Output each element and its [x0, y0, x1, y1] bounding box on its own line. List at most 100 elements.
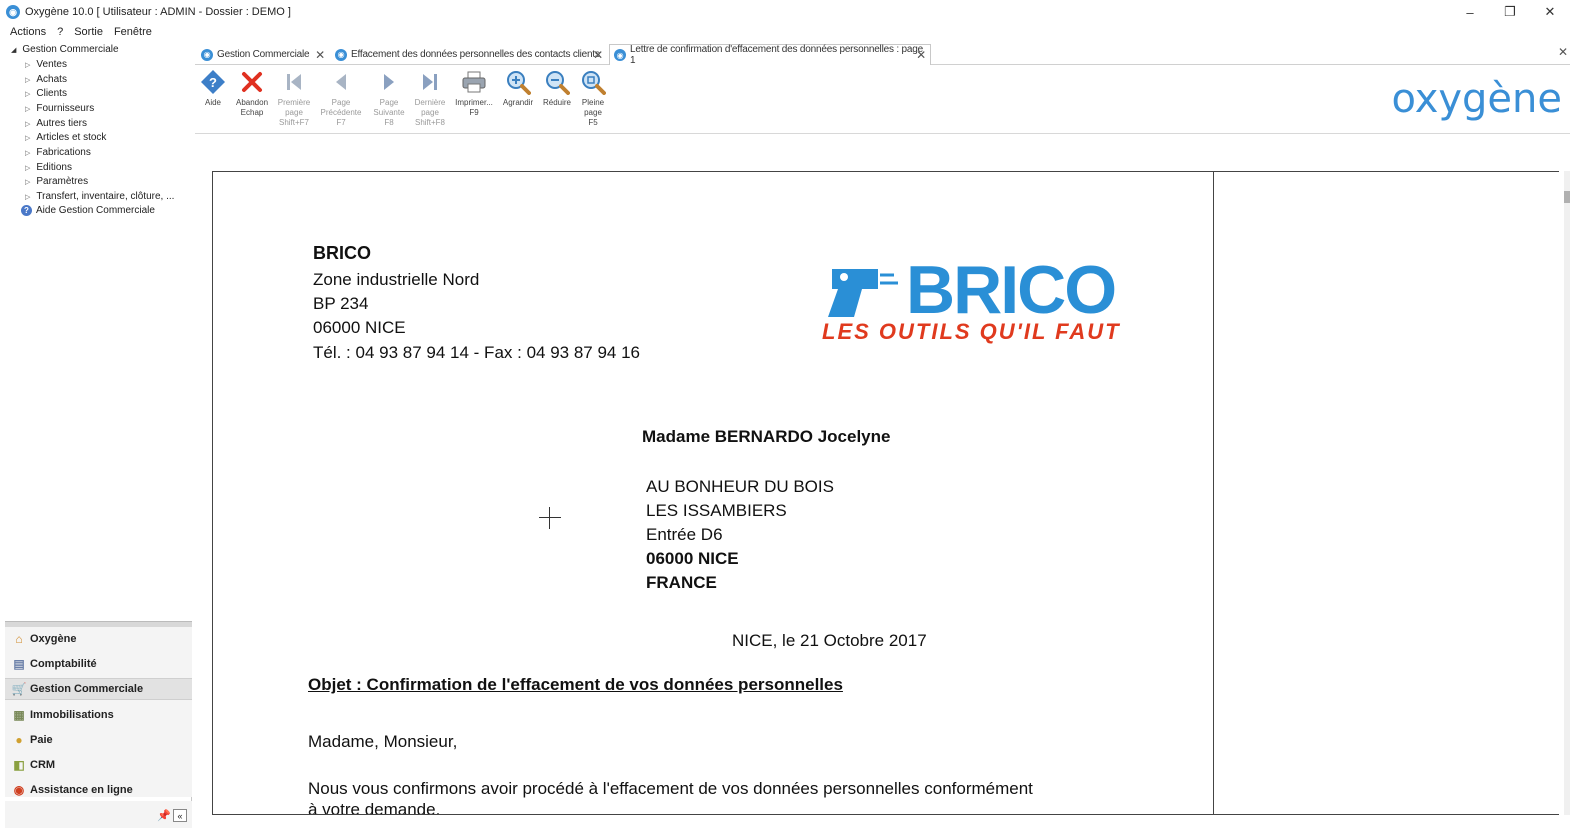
tree-item-label: Ventes — [36, 59, 67, 70]
scrollbar-thumb[interactable] — [1564, 191, 1570, 203]
letter-date: NICE, le 21 Octobre 2017 — [732, 631, 927, 650]
module-crm[interactable]: ◧ CRM — [5, 754, 192, 776]
tree-item-articles-stock[interactable]: ▷ Articles et stock — [25, 132, 106, 143]
crosshair-cursor-icon — [539, 507, 561, 529]
module-label: Gestion Commerciale — [30, 683, 144, 695]
tree-item-aide[interactable]: ? Aide Gestion Commerciale — [21, 205, 155, 216]
left-panel: ◢ Gestion Commerciale ▷ Ventes ▷ Achats ▷ C… — [5, 41, 192, 828]
tree-item-autres-tiers[interactable]: ▷ Autres tiers — [25, 118, 87, 129]
tree-item-achats[interactable]: ▷ Achats — [25, 74, 67, 85]
previous-page-icon — [318, 68, 364, 96]
window-title: Oxygène 10.0 [ Utilisateur : ADMIN - Dos… — [25, 6, 291, 18]
ledger-icon: ▤ — [13, 657, 25, 671]
tab-label: Gestion Commerciale — [217, 49, 310, 60]
tree-root-gestion-commerciale[interactable]: ◢ Gestion Commerciale — [11, 44, 119, 55]
module-paie[interactable]: ● Paie — [5, 729, 192, 751]
last-page-button[interactable]: Dernière page Shift+F8 — [407, 68, 453, 128]
module-comptabilite[interactable]: ▤ Comptabilité — [5, 653, 192, 675]
menu-help[interactable]: ? — [57, 26, 63, 38]
module-label: Immobilisations — [30, 709, 114, 721]
collapsed-arrow-icon: ▷ — [25, 149, 31, 157]
tree-item-label: Autres tiers — [36, 118, 87, 129]
tree-item-transfert[interactable]: ▷ Transfert, inventaire, clôture, ... — [25, 191, 174, 202]
tab-lettre-confirmation[interactable]: ◉ Lettre de confirmation d'effacement de… — [609, 44, 931, 66]
pin-icon[interactable]: 📌 — [157, 809, 171, 822]
tool-label: Page — [379, 98, 399, 107]
module-label: Oxygène — [30, 633, 77, 645]
tree-item-ventes[interactable]: ▷ Ventes — [25, 59, 67, 70]
module-label: Comptabilité — [30, 658, 97, 670]
module-gestion-commerciale[interactable]: 🛒 Gestion Commerciale — [5, 678, 192, 700]
previous-page-button[interactable]: Page Précédente F7 — [318, 68, 364, 128]
tree-item-fournisseurs[interactable]: ▷ Fournisseurs — [25, 103, 94, 114]
tool-label-2: page — [584, 108, 602, 117]
close-tab-icon[interactable]: ✕ — [315, 48, 325, 62]
tool-label: Première — [277, 98, 311, 107]
brico-logo-text: BRICO — [906, 252, 1115, 328]
tree-item-clients[interactable]: ▷ Clients — [25, 88, 67, 99]
close-button[interactable]: ✕ — [1530, 0, 1570, 24]
module-label: CRM — [30, 759, 56, 771]
vertical-scrollbar[interactable] — [1564, 171, 1570, 815]
recipient-address-line1: LES ISSAMBIERS — [646, 501, 787, 520]
tool-label: Abandon — [235, 98, 269, 107]
letter-body-line2: à votre demande. — [308, 800, 441, 815]
full-page-zoom-icon — [570, 68, 616, 96]
minimize-button[interactable]: – — [1450, 0, 1490, 24]
sender-address-line2: BP 234 — [313, 294, 369, 313]
close-all-tabs-icon[interactable]: ✕ — [1558, 45, 1568, 59]
collapsed-arrow-icon: ▷ — [25, 61, 31, 69]
oxygene-tab-icon: ◉ — [335, 48, 347, 61]
tree-item-label: Fournisseurs — [36, 103, 95, 114]
tool-shortcut: Shift+F8 — [414, 118, 445, 127]
module-immobilisations[interactable]: ▦ Immobilisations — [5, 704, 192, 726]
module-label: Paie — [30, 734, 53, 746]
tool-label: Page — [331, 98, 351, 107]
tool-shortcut: F8 — [384, 118, 394, 127]
sender-name: BRICO — [313, 243, 371, 263]
tree-item-label: Editions — [36, 162, 72, 173]
tool-label-2: Suivante — [373, 108, 405, 117]
print-button[interactable]: Imprimer... F9 — [451, 68, 497, 118]
brico-logo-slogan: LES OUTILS QU'IL FAUT — [822, 319, 1121, 344]
first-page-icon — [271, 68, 317, 96]
letter-subject: Objet : Confirmation de l'effacement de … — [308, 675, 843, 694]
collapsed-arrow-icon: ▷ — [25, 193, 31, 201]
maximize-button[interactable]: ❐ — [1490, 0, 1530, 24]
abandon-button[interactable]: Abandon Echap — [229, 68, 275, 118]
next-page-button[interactable]: Page Suivante F8 — [366, 68, 412, 128]
oxygene-app-icon: ◉ — [6, 5, 20, 19]
title-bar: ◉ Oxygène 10.0 [ Utilisateur : ADMIN - D… — [0, 0, 1570, 24]
module-assistance[interactable]: ◉ Assistance en ligne — [5, 779, 192, 801]
tree-item-label: Fabrications — [36, 147, 91, 158]
tree-item-parametres[interactable]: ▷ Paramètres — [25, 176, 88, 187]
module-list: ⌂ Oxygène ▤ Comptabilité 🛒 Gestion Commerci… — [5, 627, 192, 797]
full-page-button[interactable]: Pleine page F5 — [570, 68, 616, 128]
tree-help-label: Aide Gestion Commerciale — [36, 205, 155, 216]
tool-shortcut: F7 — [336, 118, 346, 127]
sender-address-line1: Zone industrielle Nord — [313, 270, 480, 289]
tab-gestion-commerciale[interactable]: ◉ Gestion Commerciale ✕ — [197, 44, 329, 65]
tool-shortcut: F5 — [588, 118, 598, 127]
tab-effacement[interactable]: ◉ Effacement des données personnelles de… — [331, 44, 607, 65]
menu-actions[interactable]: Actions — [10, 26, 46, 38]
navigation-tree: ◢ Gestion Commerciale ▷ Ventes ▷ Achats ▷ C… — [5, 41, 192, 621]
recipient-city: 06000 NICE — [646, 549, 739, 568]
close-tab-icon[interactable]: ✕ — [593, 48, 603, 62]
expanded-arrow-icon: ◢ — [11, 46, 17, 54]
tool-shortcut: Shift+F7 — [278, 118, 309, 127]
tree-item-editions[interactable]: ▷ Editions — [25, 162, 72, 173]
close-tab-icon[interactable]: ✕ — [916, 48, 926, 62]
tool-shortcut: Echap — [240, 108, 264, 117]
collapsed-arrow-icon: ▷ — [25, 105, 31, 113]
tree-item-fabrications[interactable]: ▷ Fabrications — [25, 147, 91, 158]
collapse-panel-button[interactable]: « — [173, 809, 187, 822]
collapsed-arrow-icon: ▷ — [25, 90, 31, 98]
first-page-button[interactable]: Première page Shift+F7 — [271, 68, 317, 128]
module-oxygene[interactable]: ⌂ Oxygène — [5, 628, 192, 650]
recipient-country: FRANCE — [646, 573, 717, 592]
menu-sortie[interactable]: Sortie — [74, 26, 103, 38]
menu-fenetre[interactable]: Fenêtre — [114, 26, 152, 38]
recipient-name: Madame BERNARDO Jocelyne — [642, 427, 891, 446]
sender-phone-fax: Tél. : 04 93 87 94 14 - Fax : 04 93 87 9… — [313, 343, 641, 362]
